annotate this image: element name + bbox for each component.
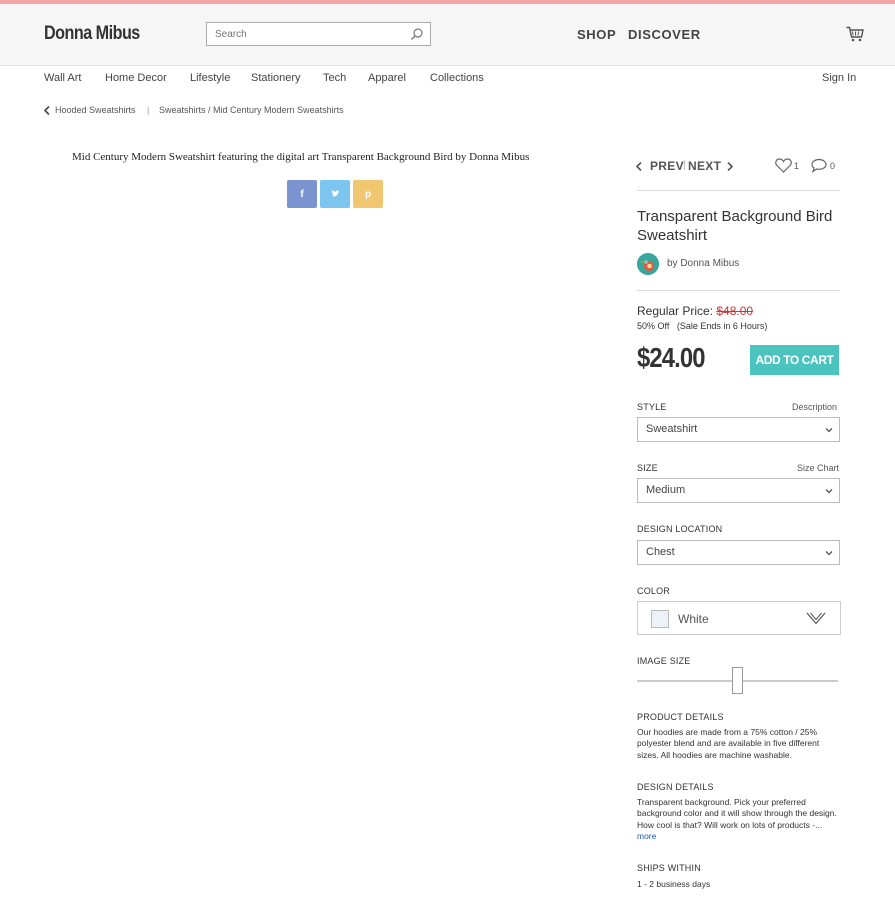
chevron-left-icon[interactable]	[636, 162, 642, 171]
style-description-link[interactable]: Description	[792, 402, 837, 412]
design-location-select[interactable]: Chest	[637, 540, 840, 565]
size-chart-link[interactable]: Size Chart	[797, 463, 839, 473]
size-select-value: Medium	[646, 484, 686, 496]
nav-discover[interactable]: DISCOVER	[628, 27, 701, 42]
nav-apparel[interactable]: Apparel	[368, 72, 406, 84]
chevron-down-icon	[825, 489, 833, 494]
search-input[interactable]	[207, 23, 407, 45]
image-size-label: IMAGE SIZE	[637, 656, 691, 666]
prev-link[interactable]: PREV	[650, 159, 684, 173]
brand-logo[interactable]: Donna Mibus	[44, 23, 140, 45]
nav-home-decor[interactable]: Home Decor	[105, 72, 167, 84]
heart-icon[interactable]	[775, 158, 792, 173]
sale-ends-text: (Sale Ends in 6 Hours)	[676, 321, 768, 331]
breadcrumb-back[interactable]: Hooded Sweatshirts	[55, 105, 136, 115]
nav-collections[interactable]: Collections	[430, 72, 484, 84]
more-link[interactable]: more	[637, 831, 656, 841]
ships-within-label: SHIPS WITHIN	[637, 863, 701, 873]
color-label: COLOR	[637, 586, 671, 596]
design-details-label: DESIGN DETAILS	[637, 782, 714, 792]
add-to-cart-button[interactable]: ADD TO CART	[750, 345, 839, 375]
sale-info: 50% Off (Sale Ends in 6 Hours)	[637, 321, 767, 331]
cart-icon[interactable]	[846, 26, 864, 42]
divider	[637, 190, 840, 191]
nav-tech[interactable]: Tech	[323, 72, 346, 84]
style-select[interactable]: Sweatshirt	[637, 417, 840, 442]
image-size-slider-handle[interactable]	[732, 667, 743, 694]
search-box[interactable]	[206, 22, 431, 46]
artist-byline[interactable]: by Donna Mibus	[667, 258, 739, 269]
avatar[interactable]	[637, 253, 659, 275]
size-select[interactable]: Medium	[637, 478, 840, 503]
design-details-text: Transparent background. Pick your prefer…	[637, 797, 842, 842]
chevron-left-icon[interactable]	[44, 106, 50, 115]
design-details-body: Transparent background. Pick your prefer…	[637, 797, 837, 830]
regular-price-label: Regular Price:	[637, 304, 714, 318]
discount-text: 50% Off	[637, 321, 670, 331]
product-title: Transparent Background Bird Sweatshirt	[637, 208, 833, 244]
style-label: STYLE	[637, 402, 667, 412]
prev-next-divider: |	[683, 160, 686, 171]
chevron-down-icon	[825, 428, 833, 433]
design-location-value: Chest	[646, 546, 675, 558]
breadcrumb-divider: |	[147, 105, 150, 115]
design-location-label: DESIGN LOCATION	[637, 524, 723, 534]
artwork-title: Mid Century Modern Sweatshirt featuring …	[72, 151, 530, 163]
color-value: White	[678, 612, 709, 626]
nav-wall-art[interactable]: Wall Art	[44, 72, 82, 84]
ships-within-text: 1 - 2 business days	[637, 879, 711, 889]
divider	[637, 290, 840, 291]
regular-price-row: Regular Price: $48.00	[637, 304, 753, 318]
chevron-right-icon[interactable]	[727, 162, 733, 171]
size-label: SIZE	[637, 463, 658, 473]
color-swatch	[651, 610, 669, 628]
likes-count: 1	[794, 161, 800, 171]
comments-count: 0	[830, 161, 836, 171]
nav-stationery[interactable]: Stationery	[251, 72, 301, 84]
color-select[interactable]: White	[637, 601, 841, 635]
next-link[interactable]: NEXT	[688, 159, 721, 173]
twitter-icon	[331, 190, 340, 197]
sale-price: $24.00	[637, 342, 706, 373]
pinterest-icon: p	[364, 188, 372, 200]
sign-in-link[interactable]: Sign In	[822, 72, 856, 84]
product-details-text: Our hoodies are made from a 75% cotton /…	[637, 727, 820, 760]
breadcrumb-path[interactable]: Sweatshirts / Mid Century Modern Sweatsh…	[159, 105, 344, 115]
site-header: Donna Mibus SHOP DISCOVER	[0, 4, 895, 66]
product-details-label: PRODUCT DETAILS	[637, 712, 724, 722]
facebook-icon: f	[300, 188, 304, 200]
chevron-down-icon	[806, 612, 826, 625]
pinterest-share-button[interactable]: p	[353, 180, 383, 208]
style-select-value: Sweatshirt	[646, 423, 698, 435]
nav-shop[interactable]: SHOP	[577, 27, 616, 42]
facebook-share-button[interactable]: f	[287, 180, 317, 208]
chevron-down-icon	[825, 551, 833, 556]
bird-avatar-image	[637, 253, 659, 275]
comment-icon[interactable]	[811, 158, 827, 173]
search-icon[interactable]	[410, 27, 424, 41]
category-nav: Wall Art Home Decor Lifestyle Stationery…	[0, 66, 895, 90]
nav-lifestyle[interactable]: Lifestyle	[190, 72, 230, 84]
regular-price: $48.00	[716, 304, 754, 318]
twitter-share-button[interactable]	[320, 180, 350, 208]
